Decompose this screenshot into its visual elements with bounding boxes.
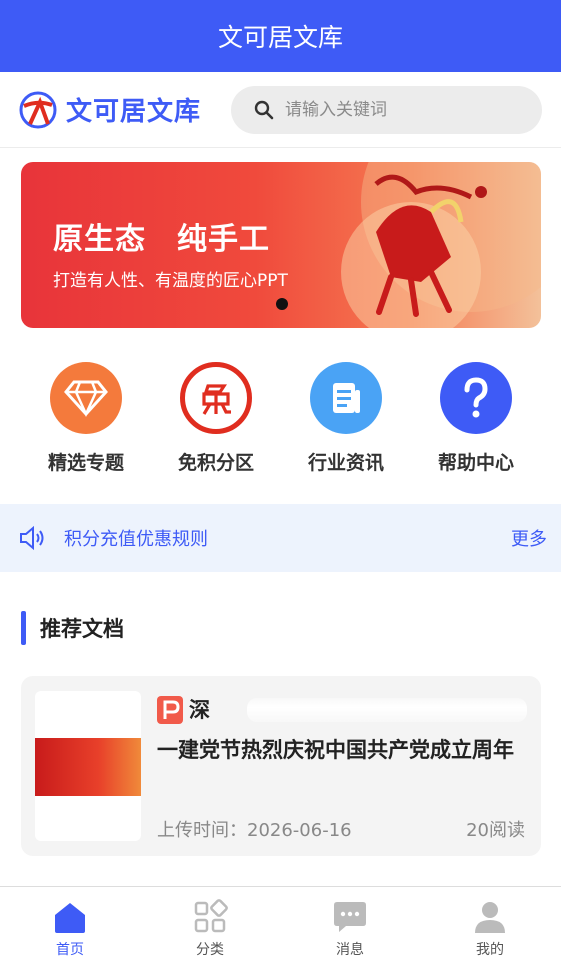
tab-label: 首页: [56, 942, 84, 958]
promo-banner[interactable]: 原生态 纯手工 打造有人性、有温度的匠心PPT: [21, 162, 541, 328]
bottom-tab-bar: 首页 分类 消息 我的: [0, 886, 561, 965]
horse-art-icon: [341, 162, 541, 328]
ppt-file-icon: [157, 696, 183, 724]
carousel-indicator[interactable]: [276, 298, 288, 310]
speaker-icon: [20, 525, 44, 551]
section-title-text: 推荐文档: [40, 617, 124, 641]
search-input[interactable]: [285, 100, 525, 120]
quick-link-featured[interactable]: 精选专题: [21, 362, 151, 482]
message-icon: [334, 902, 366, 932]
grid-icon: [194, 899, 228, 933]
brand-name[interactable]: 文可居文库: [66, 91, 201, 128]
user-icon: [475, 902, 505, 933]
help-icon: [440, 362, 512, 434]
quick-link-free[interactable]: 免积分区: [151, 362, 281, 482]
notice-text[interactable]: 积分充值优惠规则: [64, 525, 208, 551]
home-icon: [55, 903, 85, 933]
banner-title: 原生态 纯手工: [53, 222, 270, 257]
section-accent-bar: [21, 611, 26, 645]
app-title-bar: 文可居文库: [0, 0, 561, 72]
quick-link-label: 精选专题: [47, 452, 124, 474]
brand-logo-icon[interactable]: [18, 90, 58, 130]
banner-subtitle: 打造有人性、有温度的匠心PPT: [53, 271, 288, 291]
app-title: 文可居文库: [217, 23, 343, 52]
tab-messages[interactable]: 消息: [280, 887, 420, 965]
tab-label: 分类: [196, 942, 224, 958]
tab-label: 消息: [336, 942, 364, 958]
quick-link-label: 帮助中心: [437, 452, 514, 474]
tab-category[interactable]: 分类: [140, 887, 280, 965]
tab-home[interactable]: 首页: [0, 887, 140, 965]
document-thumbnail: [35, 691, 141, 841]
upload-time: 上传时间：2026-06-16: [157, 820, 352, 841]
obscured-text: [247, 698, 527, 722]
notice-bar[interactable]: 积分充值优惠规则 更多: [0, 504, 561, 572]
quick-link-label: 行业资讯: [307, 452, 384, 474]
notice-more-link[interactable]: 更多: [511, 525, 547, 551]
header: 文可居文库: [0, 72, 561, 148]
quick-link-news[interactable]: 行业资讯: [281, 362, 411, 482]
quick-link-help[interactable]: 帮助中心: [411, 362, 541, 482]
tab-label: 我的: [476, 942, 504, 958]
read-count: 20阅读: [466, 820, 525, 841]
section-title: 推荐文档: [21, 610, 124, 646]
search-icon: [254, 100, 274, 120]
news-icon: [310, 362, 382, 434]
document-title-line2[interactable]: 一建党节热烈庆祝中国共产党成立周年: [157, 734, 527, 764]
diamond-icon: [50, 362, 122, 434]
quick-link-label: 免积分区: [177, 452, 254, 474]
document-card[interactable]: 深 一建党节热烈庆祝中国共产党成立周年 上传时间：2026-06-16 20阅读: [21, 676, 541, 856]
thumbnail-image: [35, 738, 141, 796]
quick-links: 精选专题 免积分区 行业资讯 帮助中心: [0, 362, 561, 482]
free-icon: [180, 362, 252, 434]
tab-profile[interactable]: 我的: [420, 887, 560, 965]
search-bar[interactable]: [231, 86, 542, 134]
